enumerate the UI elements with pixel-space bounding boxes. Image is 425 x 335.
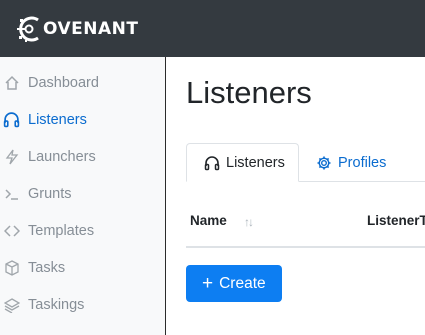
sidebar-item-grunts[interactable]: Grunts xyxy=(0,175,165,212)
tab-profiles[interactable]: Profiles xyxy=(312,143,386,182)
sidebar-item-dashboard[interactable]: Dashboard xyxy=(0,64,165,101)
column-header-listener-type[interactable]: ListenerT xyxy=(367,213,425,228)
tab-label: Listeners xyxy=(226,154,285,171)
headphones-icon xyxy=(204,154,221,171)
headphones-icon xyxy=(3,111,20,128)
logo-text: OVENANT xyxy=(43,19,139,39)
home-icon xyxy=(3,74,20,91)
tab-label: Profiles xyxy=(338,154,387,171)
sidebar-item-label: Templates xyxy=(28,222,95,239)
covenant-logo-icon xyxy=(17,16,39,42)
create-button-label: Create xyxy=(219,274,266,292)
main-content: Listeners Listeners Profiles Name ↑↓ Lis… xyxy=(166,57,425,335)
lightning-icon xyxy=(3,148,20,165)
top-navbar: OVENANT xyxy=(0,0,425,57)
sidebar-item-label: Dashboard xyxy=(28,74,99,91)
sidebar-item-tasks[interactable]: Tasks xyxy=(0,249,165,286)
sidebar-item-label: Launchers xyxy=(28,148,96,165)
covenant-logo[interactable]: OVENANT xyxy=(16,13,138,45)
sidebar-item-launchers[interactable]: Launchers xyxy=(0,138,165,175)
sidebar-item-label: Tasks xyxy=(28,259,66,276)
layers-icon xyxy=(3,296,20,313)
create-button[interactable]: + Create xyxy=(186,265,282,302)
box-icon xyxy=(3,259,20,276)
tab-listeners[interactable]: Listeners xyxy=(186,143,299,182)
sidebar-item-templates[interactable]: Templates xyxy=(0,212,165,249)
sidebar-item-listeners[interactable]: Listeners xyxy=(0,101,165,138)
terminal-icon xyxy=(3,185,20,202)
column-header-name[interactable]: Name xyxy=(190,213,227,228)
sidebar: Dashboard Listeners Launchers Grunts Tem… xyxy=(0,57,166,335)
sidebar-item-label: Taskings xyxy=(28,296,85,313)
gear-icon xyxy=(316,154,333,171)
listeners-table-header: Name ↑↓ ListenerT xyxy=(186,198,425,248)
sidebar-item-taskings[interactable]: Taskings xyxy=(0,286,165,323)
plus-icon: + xyxy=(202,273,214,294)
code-icon xyxy=(3,222,20,239)
sidebar-item-label: Grunts xyxy=(28,185,72,202)
sidebar-item-label: Listeners xyxy=(28,111,87,128)
sort-icon[interactable]: ↑↓ xyxy=(244,215,254,229)
page-title: Listeners xyxy=(186,75,312,110)
